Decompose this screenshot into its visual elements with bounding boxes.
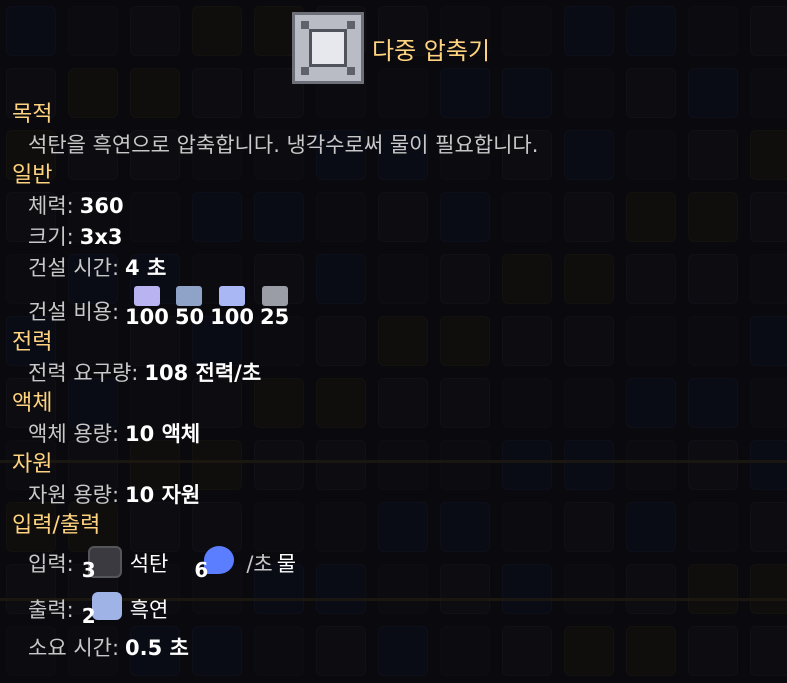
input-coal-stack: 3 <box>80 544 126 584</box>
cost-amount: 100 <box>210 305 254 329</box>
stat-value: 10 액체 <box>125 422 201 446</box>
stack-count: 6 <box>194 558 209 582</box>
stat-label: 소요 시간: <box>28 636 120 660</box>
item-name: 석탄 <box>129 551 169 576</box>
cost-amount: 25 <box>259 305 290 329</box>
block-description: 석탄을 흑연으로 압축합니다. 냉각수로써 물이 필요합니다. <box>28 133 539 157</box>
output-graphite-stack: 2 <box>80 590 126 630</box>
stat-value: 360 <box>79 194 124 218</box>
stat-health: 체력: 360 <box>12 191 772 222</box>
stat-label: 출력: <box>28 597 74 622</box>
section-io: 입력/출력 <box>12 513 101 538</box>
block-info-panel: 다중 압축기 목적 석탄을 흑연으로 압축합니다. 냉각수로써 물이 필요합니다… <box>0 0 787 683</box>
multi-press-block-icon <box>292 12 364 84</box>
stat-value: 10 자원 <box>125 483 201 507</box>
stat-output: 출력: 2 흑연 <box>12 587 772 633</box>
stack-count: 2 <box>81 604 96 628</box>
stat-item-capacity: 자원 용량: 10 자원 <box>12 480 772 511</box>
section-general: 일반 <box>12 163 53 188</box>
stat-input: 입력: 3 석탄 6 /초 물 <box>12 541 772 587</box>
titanium-icon <box>133 286 160 306</box>
cost-item: 100 <box>125 286 169 328</box>
stat-value: 108 전력/초 <box>144 361 262 385</box>
stat-label: 건설 비용: <box>28 300 120 324</box>
input-water-stack: 6 <box>192 544 238 584</box>
graphite-icon <box>91 592 122 620</box>
cost-amount: 100 <box>125 305 169 329</box>
stat-craft-time: 소요 시간: 0.5 초 <box>12 633 772 664</box>
cost-item: 25 <box>260 286 289 328</box>
section-items: 자원 <box>12 452 53 477</box>
section-liquids: 액체 <box>12 391 53 416</box>
stat-label: 입력: <box>28 551 74 576</box>
stat-label: 크기: <box>28 225 74 249</box>
stat-value: 4 초 <box>125 256 167 280</box>
thorium-icon <box>219 286 246 306</box>
stat-value: 3x3 <box>79 225 123 249</box>
stat-size: 크기: 3x3 <box>12 222 772 253</box>
description-row: 석탄을 흑연으로 압축합니다. 냉각수로써 물이 필요합니다. <box>12 130 772 161</box>
block-title: 다중 압축기 <box>372 36 491 65</box>
stat-value: 0.5 초 <box>125 636 189 660</box>
cost-amount: 50 <box>174 305 205 329</box>
item-name: 흑연 <box>129 597 169 622</box>
silicon-icon <box>176 286 203 306</box>
stat-liquid-capacity: 액체 용량: 10 액체 <box>12 419 772 450</box>
stat-label: 자원 용량: <box>28 483 120 507</box>
graphite-icon <box>261 286 288 306</box>
stat-power-use: 전력 요구량: 108 전력/초 <box>12 358 772 389</box>
stat-label: 건설 시간: <box>28 256 120 280</box>
stats-list: 목적 석탄을 흑연으로 압축합니다. 냉각수로써 물이 필요합니다. 일반 체력… <box>12 100 772 664</box>
stack-count: 3 <box>81 558 96 582</box>
per-second-label: /초 <box>246 551 273 576</box>
cost-item: 50 <box>175 286 204 328</box>
item-name: 물 <box>276 551 297 576</box>
stat-build-cost: 건설 비용: 100 50 100 25 <box>12 284 772 328</box>
stat-label: 체력: <box>28 194 74 218</box>
section-purpose: 목적 <box>12 102 53 127</box>
cost-item: 100 <box>210 286 254 328</box>
stat-label: 전력 요구량: <box>28 361 139 385</box>
stat-label: 액체 용량: <box>28 422 120 446</box>
stat-build-time: 건설 시간: 4 초 <box>12 253 772 284</box>
water-icon <box>204 546 235 574</box>
block-header: 다중 압축기 <box>292 12 490 84</box>
section-power: 전력 <box>12 330 53 355</box>
